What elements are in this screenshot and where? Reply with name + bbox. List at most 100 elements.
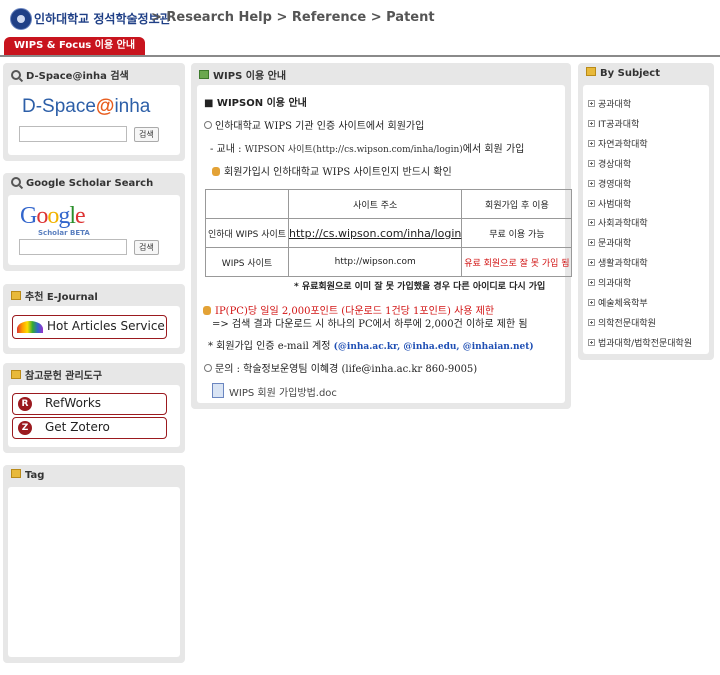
subject-item[interactable]: 의과대학 <box>588 276 631 289</box>
expand-plus-icon <box>588 279 595 287</box>
subject-item-label: 경영대학 <box>598 179 632 190</box>
table-cell-usage: 무료 이용 가능 <box>461 218 573 248</box>
refworks-button[interactable]: R RefWorks <box>12 393 167 415</box>
email-domains: (@inha.ac.kr, @inha.edu, @inhaian.net) <box>333 342 534 352</box>
email-line: * 회원가입 인증 e-mail 계정 (@inha.ac.kr, @inha.… <box>208 337 534 352</box>
google-scholar-sublabel: Scholar BETA <box>38 229 90 237</box>
expand-plus-icon <box>588 239 595 247</box>
expand-plus-icon <box>588 199 595 207</box>
reference-manager-panel: 참고문헌 관리도구 R RefWorks Z Get Zotero <box>3 363 185 453</box>
google-scholar-search-button[interactable]: 검색 <box>134 240 159 255</box>
subject-item-label: 경상대학 <box>598 159 632 170</box>
dspace-logo-at: @ <box>95 96 115 117</box>
wips-panel-header: WIPS 이용 안내 <box>199 67 286 82</box>
ejournal-panel: 추천 E-Journal Hot Articles Service <box>3 284 185 354</box>
dspace-search-input[interactable] <box>19 126 127 142</box>
hot-articles-label: Hot Articles Service <box>47 319 165 333</box>
ip-detail-line: => 검색 결과 다운로드 시 하나의 PC에서 하루에 2,000건 이하로 … <box>212 319 528 330</box>
section-heading: ■ WIPSON 이용 안내 <box>204 98 307 109</box>
wipson-site-link[interactable]: WIPSON 사이트(http://cs.wipson.com/inha/log… <box>245 145 463 155</box>
subject-item[interactable]: IT공과대학 <box>588 117 639 130</box>
folder-icon <box>586 67 596 76</box>
subject-item-label: 법과대학/법학전문대학원 <box>598 338 693 349</box>
subject-item[interactable]: 의학전문대학원 <box>588 316 656 329</box>
wipson-link[interactable]: http://wipson.com <box>287 247 463 277</box>
expand-plus-icon <box>588 338 595 346</box>
dspace-logo-part: D-Space <box>22 96 96 117</box>
subject-item[interactable]: 예술체육학부 <box>588 296 648 309</box>
table-row: 인하대 WIPS 사이트 http://cs.wipson.com/inha/l… <box>205 218 573 248</box>
expand-plus-icon <box>588 100 595 107</box>
subject-item[interactable]: 생활과학대학 <box>588 256 648 269</box>
expand-plus-icon <box>588 259 595 267</box>
subject-item[interactable]: 공과대학 <box>588 97 631 110</box>
google-panel-title: Google Scholar Search <box>26 178 154 189</box>
ejournal-panel-body: Hot Articles Service <box>8 306 180 348</box>
subject-item[interactable]: 경상대학 <box>588 157 631 170</box>
zotero-label: Get Zotero <box>45 420 110 434</box>
subject-item-label: 생활과학대학 <box>598 259 648 270</box>
get-zotero-button[interactable]: Z Get Zotero <box>12 417 167 439</box>
page-header: 인하대학교 정석학술정보관 > Research Help > Referenc… <box>0 0 720 36</box>
table-cell-site-name: 인하대 WIPS 사이트 <box>205 218 289 248</box>
subject-item[interactable]: 자연과학대학 <box>588 137 648 150</box>
subject-item[interactable]: 문과대학 <box>588 236 631 249</box>
subject-item-label: IT공과대학 <box>598 119 640 130</box>
leaf-icon <box>199 70 209 79</box>
subject-item-label: 문과대학 <box>598 239 632 250</box>
pointing-hand-icon <box>212 167 220 176</box>
refworks-label: RefWorks <box>45 396 102 410</box>
subject-item[interactable]: 경영대학 <box>588 177 631 190</box>
subject-panel-header: By Subject <box>586 67 660 79</box>
subject-item[interactable]: 사범대학 <box>588 197 631 210</box>
attachment-link[interactable]: WIPS 회원 가입방법.doc <box>229 388 337 399</box>
ejournal-panel-header: 추천 E-Journal <box>11 288 98 303</box>
google-scholar-logo: Google <box>20 203 86 229</box>
refmgr-panel-header: 참고문헌 관리도구 <box>11 367 102 382</box>
check-note-line: 회원가입시 인하대학교 WIPS 사이트인지 반드시 확인 <box>212 163 452 178</box>
expand-plus-icon <box>588 219 595 227</box>
refmgr-panel-title: 참고문헌 관리도구 <box>25 371 103 382</box>
campus-line: - 교내 : WIPSON 사이트(http://cs.wipson.com/i… <box>210 140 524 155</box>
expand-plus-icon <box>588 299 595 306</box>
tag-panel-header: Tag <box>11 469 44 481</box>
subject-item-label: 사범대학 <box>598 199 632 210</box>
dspace-search-panel: D-Space@inha 검색 D-Space@inha 검색 <box>3 63 185 161</box>
dspace-panel-body: D-Space@inha 검색 <box>8 85 180 155</box>
table-cell-usage-warning: 유료 회원으로 잘 못 가입 됨 <box>461 247 573 277</box>
word-document-icon <box>212 383 224 398</box>
wips-panel-title: WIPS 이용 안내 <box>213 71 287 82</box>
subject-item-label: 사회과학대학 <box>598 219 648 230</box>
contact-text: 문의 : 학술정보운영팀 이혜경 (life@inha.ac.kr 860-90… <box>215 364 478 375</box>
expand-plus-icon <box>588 119 595 127</box>
refworks-icon: R <box>18 397 32 411</box>
google-scholar-panel: Google Scholar Search Google Scholar BET… <box>3 173 185 271</box>
university-emblem-icon[interactable] <box>10 8 32 30</box>
attachment-line: WIPS 회원 가입방법.doc <box>212 383 337 399</box>
expand-plus-icon <box>588 318 595 326</box>
inha-wips-link[interactable]: http://cs.wipson.com/inha/login <box>287 218 463 248</box>
google-scholar-search-input[interactable] <box>19 239 127 255</box>
dspace-search-button[interactable]: 검색 <box>134 127 159 142</box>
zotero-icon: Z <box>18 421 32 435</box>
ejournal-panel-title: 추천 E-Journal <box>25 292 98 303</box>
intro-text: 인하대학교 WIPS 기관 인증 사이트에서 회원가입 <box>215 121 425 132</box>
folder-icon <box>11 469 21 478</box>
table-header-cell <box>205 189 289 219</box>
subject-item-label: 예술체육학부 <box>598 299 648 309</box>
folder-icon <box>11 370 21 379</box>
subject-item[interactable]: 법과대학/법학전문대학원 <box>588 336 692 349</box>
paid-member-note: * 유료회원으로 이미 잘 못 가입했을 경우 다른 아이디로 다시 가입 <box>294 282 546 292</box>
hot-articles-service-button[interactable]: Hot Articles Service <box>12 315 167 339</box>
campus-suffix: 에서 회원 가입 <box>462 144 525 155</box>
tag-panel: Tag <box>3 465 185 663</box>
expand-plus-icon <box>588 179 595 187</box>
subject-item-label: 의과대학 <box>598 279 632 290</box>
google-panel-header: Google Scholar Search <box>11 177 153 189</box>
subject-item[interactable]: 사회과학대학 <box>588 216 648 229</box>
tab-wips-focus[interactable]: WIPS & Focus 이용 안내 <box>4 37 146 55</box>
search-icon <box>11 70 21 80</box>
dspace-logo-end: inha <box>114 96 151 117</box>
table-cell-site-name: WIPS 사이트 <box>205 247 289 277</box>
intro-line: 인하대학교 WIPS 기관 인증 사이트에서 회원가입 <box>204 117 424 132</box>
